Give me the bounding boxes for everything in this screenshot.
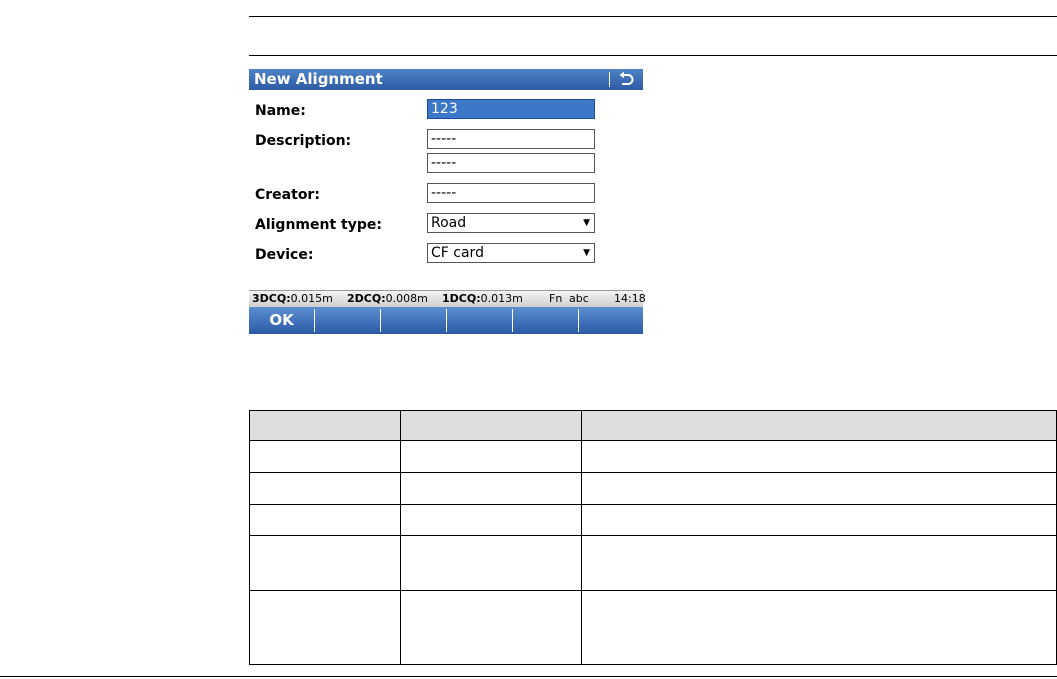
description-field-2[interactable]: ----- [427,153,595,173]
table-row [249,472,1057,505]
softkey-ok[interactable]: OK [249,307,314,334]
table-row [249,590,1057,665]
softkey-4[interactable] [447,307,512,334]
softkey-6[interactable] [579,307,643,334]
table-row [249,535,1057,591]
dropdown-arrow-icon: ▼ [583,248,590,258]
table-cell [399,440,582,473]
table-cell [580,535,1057,591]
table-cell [249,472,401,505]
description-table [249,410,1057,665]
header-cell [249,410,401,441]
quality-3d: 3DCQ:0.015m [252,292,333,305]
input-mode-indicator: abc [569,292,589,305]
table-cell [249,504,401,536]
fn-indicator: Fn [549,292,563,305]
softkey-3[interactable] [381,307,446,334]
device-screen: New Alignment Name: 123 Description: ---… [249,69,646,334]
status-bar: 3DCQ:0.015m 2DCQ:0.008m 1DCQ:0.013m Fn a… [249,290,646,307]
bottom-rule [0,676,1057,677]
dropdown-arrow-icon: ▼ [583,218,590,228]
device-select[interactable]: CF card ▼ [427,243,595,263]
header-cell [580,410,1057,441]
top-rule [249,16,1057,17]
name-label: Name: [255,103,306,119]
table-header-row [249,410,1057,441]
alignment-type-value: Road [431,215,467,231]
alignment-type-select[interactable]: Road ▼ [427,213,595,233]
table-cell [249,440,401,473]
clock: 14:18 [614,292,646,305]
table-row [249,504,1057,536]
quality-1d: 1DCQ:0.013m [442,292,523,305]
table-cell [399,472,582,505]
back-arrow-icon[interactable] [617,71,635,88]
description-field-1[interactable]: ----- [427,129,595,149]
device-label: Device: [255,247,314,263]
description-label: Description: [255,133,352,149]
table-cell [580,504,1057,536]
title-bar: New Alignment [249,69,643,90]
dialog-title: New Alignment [254,70,383,88]
table-cell [580,472,1057,505]
table-cell [249,590,401,665]
softkey-5[interactable] [513,307,578,334]
name-field[interactable]: 123 [427,99,595,119]
device-value: CF card [431,245,484,261]
softkey-2[interactable] [315,307,380,334]
table-cell [399,535,582,591]
table-cell [580,590,1057,665]
softkey-bar: OK [249,307,643,334]
creator-label: Creator: [255,187,320,203]
header-cell [399,410,582,441]
table-cell [399,590,582,665]
alignment-type-label: Alignment type: [255,217,382,233]
table-cell [399,504,582,536]
creator-field[interactable]: ----- [427,183,595,203]
quality-2d: 2DCQ:0.008m [347,292,428,305]
title-separator [609,72,610,87]
top-rule-2 [249,55,1057,56]
table-cell [580,440,1057,473]
table-cell [249,535,401,591]
table-row [249,440,1057,473]
